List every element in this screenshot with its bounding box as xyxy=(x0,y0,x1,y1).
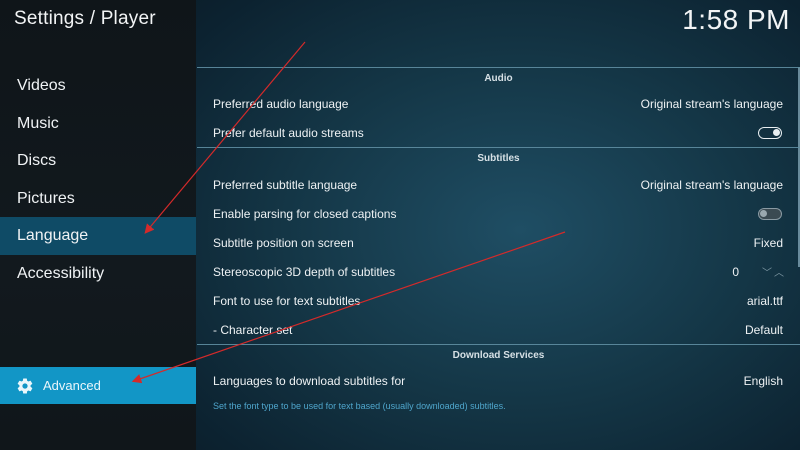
toggle-switch-on[interactable] xyxy=(758,126,782,139)
setting-label: Languages to download subtitles for xyxy=(213,373,406,388)
setting-label: Subtitle position on screen xyxy=(213,235,354,250)
setting-label: Stereoscopic 3D depth of subtitles xyxy=(213,264,396,279)
setting-value: arial.ttf xyxy=(746,293,783,308)
setting-label: Font to use for text subtitles xyxy=(213,293,361,308)
setting-description: Set the font type to be used for text ba… xyxy=(213,401,506,411)
divider xyxy=(197,344,800,345)
setting-subtitle-position[interactable]: Subtitle position on screen Fixed xyxy=(197,228,800,257)
page-title: Settings / Player xyxy=(14,8,156,29)
setting-label: Preferred audio language xyxy=(213,96,349,111)
setting-label: Prefer default audio streams xyxy=(213,125,364,140)
setting-download-languages[interactable]: Languages to download subtitles for Engl… xyxy=(197,366,800,395)
setting-label: - Character set xyxy=(213,322,293,337)
setting-value: 0 xyxy=(732,264,739,279)
toggle-switch-off[interactable] xyxy=(758,207,782,220)
section-header-download-services: Download Services xyxy=(452,350,545,361)
sidebar-item-discs[interactable]: Discs xyxy=(0,142,196,180)
sidebar-nav: Videos Music Discs Pictures Language Acc… xyxy=(0,67,196,292)
sidebar-item-language[interactable]: Language xyxy=(0,217,196,255)
setting-value: Fixed xyxy=(753,235,783,250)
chevron-down-icon[interactable]: ﹀ xyxy=(762,264,772,279)
setting-stereoscopic-depth[interactable]: Stereoscopic 3D depth of subtitles 0 ﹀ ︿ xyxy=(197,257,800,286)
setting-label: Preferred subtitle language xyxy=(213,177,358,192)
clock: 1:58 PM xyxy=(682,4,790,35)
gear-icon xyxy=(17,378,33,394)
sidebar-item-accessibility[interactable]: Accessibility xyxy=(0,255,196,293)
setting-enable-closed-captions[interactable]: Enable parsing for closed captions xyxy=(197,199,800,228)
setting-value: Original stream's language xyxy=(640,177,783,192)
setting-preferred-subtitle-language[interactable]: Preferred subtitle language Original str… xyxy=(197,170,800,199)
divider xyxy=(197,147,800,148)
section-header-audio: Audio xyxy=(484,73,513,84)
section-header-subtitles: Subtitles xyxy=(477,153,520,164)
sidebar: Videos Music Discs Pictures Language Acc… xyxy=(0,0,196,450)
settings-panel: Audio Preferred audio language Original … xyxy=(197,67,800,422)
sidebar-item-music[interactable]: Music xyxy=(0,105,196,143)
setting-preferred-audio-language[interactable]: Preferred audio language Original stream… xyxy=(197,89,800,118)
setting-value: Default xyxy=(744,322,783,337)
setting-label: Enable parsing for closed captions xyxy=(213,206,397,221)
chevron-up-icon[interactable]: ︿ xyxy=(774,264,784,279)
setting-value: English xyxy=(743,373,783,388)
advanced-level-button[interactable]: Advanced xyxy=(0,367,196,404)
divider xyxy=(197,67,800,68)
sidebar-item-videos[interactable]: Videos xyxy=(0,67,196,105)
advanced-label: Advanced xyxy=(43,378,101,393)
setting-character-set[interactable]: - Character set Default xyxy=(197,315,800,344)
setting-value: Original stream's language xyxy=(640,96,783,111)
sidebar-item-pictures[interactable]: Pictures xyxy=(0,180,196,218)
setting-subtitle-font[interactable]: Font to use for text subtitles arial.ttf xyxy=(197,286,800,315)
setting-prefer-default-audio-streams[interactable]: Prefer default audio streams xyxy=(197,118,800,147)
